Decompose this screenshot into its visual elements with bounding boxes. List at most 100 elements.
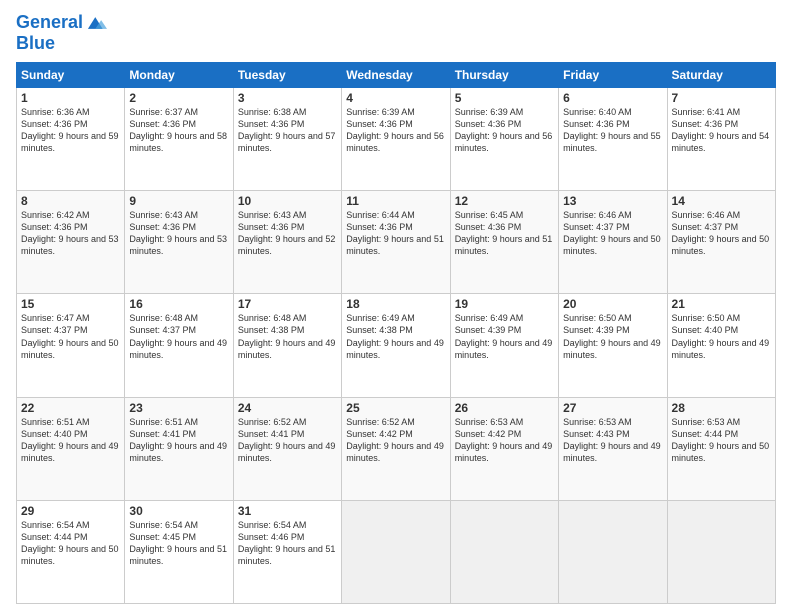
day-number: 24 bbox=[238, 401, 337, 415]
day-info: Sunrise: 6:46 AMSunset: 4:37 PMDaylight:… bbox=[563, 210, 661, 256]
calendar-cell: 27 Sunrise: 6:53 AMSunset: 4:43 PMDaylig… bbox=[559, 397, 667, 500]
day-number: 16 bbox=[129, 297, 228, 311]
calendar-cell: 1 Sunrise: 6:36 AMSunset: 4:36 PMDayligh… bbox=[17, 87, 125, 190]
calendar-cell: 25 Sunrise: 6:52 AMSunset: 4:42 PMDaylig… bbox=[342, 397, 450, 500]
calendar-cell: 6 Sunrise: 6:40 AMSunset: 4:36 PMDayligh… bbox=[559, 87, 667, 190]
day-number: 28 bbox=[672, 401, 771, 415]
day-info: Sunrise: 6:54 AMSunset: 4:46 PMDaylight:… bbox=[238, 520, 336, 566]
calendar-cell: 18 Sunrise: 6:49 AMSunset: 4:38 PMDaylig… bbox=[342, 294, 450, 397]
logo-text: General bbox=[16, 13, 83, 33]
calendar-cell: 14 Sunrise: 6:46 AMSunset: 4:37 PMDaylig… bbox=[667, 191, 775, 294]
day-header-friday: Friday bbox=[559, 62, 667, 87]
day-info: Sunrise: 6:51 AMSunset: 4:40 PMDaylight:… bbox=[21, 417, 119, 463]
day-info: Sunrise: 6:46 AMSunset: 4:37 PMDaylight:… bbox=[672, 210, 770, 256]
day-info: Sunrise: 6:44 AMSunset: 4:36 PMDaylight:… bbox=[346, 210, 444, 256]
day-number: 20 bbox=[563, 297, 662, 311]
page-container: General Blue SundayMondayTuesdayWednesda… bbox=[0, 0, 792, 612]
calendar-cell: 5 Sunrise: 6:39 AMSunset: 4:36 PMDayligh… bbox=[450, 87, 558, 190]
day-number: 4 bbox=[346, 91, 445, 105]
day-info: Sunrise: 6:38 AMSunset: 4:36 PMDaylight:… bbox=[238, 107, 336, 153]
calendar-cell: 19 Sunrise: 6:49 AMSunset: 4:39 PMDaylig… bbox=[450, 294, 558, 397]
calendar-cell bbox=[559, 500, 667, 603]
day-number: 14 bbox=[672, 194, 771, 208]
calendar-week-1: 1 Sunrise: 6:36 AMSunset: 4:36 PMDayligh… bbox=[17, 87, 776, 190]
calendar-cell: 10 Sunrise: 6:43 AMSunset: 4:36 PMDaylig… bbox=[233, 191, 341, 294]
day-number: 21 bbox=[672, 297, 771, 311]
calendar-table: SundayMondayTuesdayWednesdayThursdayFrid… bbox=[16, 62, 776, 604]
calendar-cell: 31 Sunrise: 6:54 AMSunset: 4:46 PMDaylig… bbox=[233, 500, 341, 603]
day-info: Sunrise: 6:50 AMSunset: 4:39 PMDaylight:… bbox=[563, 313, 661, 359]
day-header-saturday: Saturday bbox=[667, 62, 775, 87]
day-info: Sunrise: 6:45 AMSunset: 4:36 PMDaylight:… bbox=[455, 210, 553, 256]
calendar-cell bbox=[342, 500, 450, 603]
calendar-cell bbox=[450, 500, 558, 603]
day-number: 5 bbox=[455, 91, 554, 105]
day-number: 31 bbox=[238, 504, 337, 518]
calendar-cell: 9 Sunrise: 6:43 AMSunset: 4:36 PMDayligh… bbox=[125, 191, 233, 294]
day-number: 30 bbox=[129, 504, 228, 518]
calendar-cell: 4 Sunrise: 6:39 AMSunset: 4:36 PMDayligh… bbox=[342, 87, 450, 190]
day-number: 7 bbox=[672, 91, 771, 105]
calendar-cell: 12 Sunrise: 6:45 AMSunset: 4:36 PMDaylig… bbox=[450, 191, 558, 294]
day-info: Sunrise: 6:40 AMSunset: 4:36 PMDaylight:… bbox=[563, 107, 661, 153]
day-info: Sunrise: 6:49 AMSunset: 4:38 PMDaylight:… bbox=[346, 313, 444, 359]
day-number: 23 bbox=[129, 401, 228, 415]
calendar-cell: 11 Sunrise: 6:44 AMSunset: 4:36 PMDaylig… bbox=[342, 191, 450, 294]
day-info: Sunrise: 6:53 AMSunset: 4:43 PMDaylight:… bbox=[563, 417, 661, 463]
calendar-header-row: SundayMondayTuesdayWednesdayThursdayFrid… bbox=[17, 62, 776, 87]
day-number: 9 bbox=[129, 194, 228, 208]
calendar-cell: 16 Sunrise: 6:48 AMSunset: 4:37 PMDaylig… bbox=[125, 294, 233, 397]
day-info: Sunrise: 6:48 AMSunset: 4:37 PMDaylight:… bbox=[129, 313, 227, 359]
day-number: 12 bbox=[455, 194, 554, 208]
calendar-cell: 26 Sunrise: 6:53 AMSunset: 4:42 PMDaylig… bbox=[450, 397, 558, 500]
day-info: Sunrise: 6:41 AMSunset: 4:36 PMDaylight:… bbox=[672, 107, 770, 153]
day-number: 15 bbox=[21, 297, 120, 311]
calendar-week-5: 29 Sunrise: 6:54 AMSunset: 4:44 PMDaylig… bbox=[17, 500, 776, 603]
calendar-cell bbox=[667, 500, 775, 603]
calendar-cell: 21 Sunrise: 6:50 AMSunset: 4:40 PMDaylig… bbox=[667, 294, 775, 397]
calendar-cell: 28 Sunrise: 6:53 AMSunset: 4:44 PMDaylig… bbox=[667, 397, 775, 500]
calendar-week-4: 22 Sunrise: 6:51 AMSunset: 4:40 PMDaylig… bbox=[17, 397, 776, 500]
day-info: Sunrise: 6:47 AMSunset: 4:37 PMDaylight:… bbox=[21, 313, 119, 359]
day-info: Sunrise: 6:52 AMSunset: 4:41 PMDaylight:… bbox=[238, 417, 336, 463]
day-number: 18 bbox=[346, 297, 445, 311]
calendar-week-2: 8 Sunrise: 6:42 AMSunset: 4:36 PMDayligh… bbox=[17, 191, 776, 294]
day-header-thursday: Thursday bbox=[450, 62, 558, 87]
header: General Blue bbox=[16, 12, 776, 54]
calendar-cell: 23 Sunrise: 6:51 AMSunset: 4:41 PMDaylig… bbox=[125, 397, 233, 500]
day-info: Sunrise: 6:48 AMSunset: 4:38 PMDaylight:… bbox=[238, 313, 336, 359]
day-info: Sunrise: 6:43 AMSunset: 4:36 PMDaylight:… bbox=[129, 210, 227, 256]
calendar-cell: 13 Sunrise: 6:46 AMSunset: 4:37 PMDaylig… bbox=[559, 191, 667, 294]
day-info: Sunrise: 6:50 AMSunset: 4:40 PMDaylight:… bbox=[672, 313, 770, 359]
day-number: 8 bbox=[21, 194, 120, 208]
day-header-monday: Monday bbox=[125, 62, 233, 87]
day-info: Sunrise: 6:39 AMSunset: 4:36 PMDaylight:… bbox=[455, 107, 553, 153]
calendar-cell: 15 Sunrise: 6:47 AMSunset: 4:37 PMDaylig… bbox=[17, 294, 125, 397]
day-info: Sunrise: 6:53 AMSunset: 4:42 PMDaylight:… bbox=[455, 417, 553, 463]
day-number: 11 bbox=[346, 194, 445, 208]
day-info: Sunrise: 6:42 AMSunset: 4:36 PMDaylight:… bbox=[21, 210, 119, 256]
calendar-cell: 2 Sunrise: 6:37 AMSunset: 4:36 PMDayligh… bbox=[125, 87, 233, 190]
day-info: Sunrise: 6:37 AMSunset: 4:36 PMDaylight:… bbox=[129, 107, 227, 153]
day-info: Sunrise: 6:54 AMSunset: 4:45 PMDaylight:… bbox=[129, 520, 227, 566]
day-header-tuesday: Tuesday bbox=[233, 62, 341, 87]
calendar-cell: 8 Sunrise: 6:42 AMSunset: 4:36 PMDayligh… bbox=[17, 191, 125, 294]
calendar-cell: 17 Sunrise: 6:48 AMSunset: 4:38 PMDaylig… bbox=[233, 294, 341, 397]
calendar-cell: 3 Sunrise: 6:38 AMSunset: 4:36 PMDayligh… bbox=[233, 87, 341, 190]
day-info: Sunrise: 6:54 AMSunset: 4:44 PMDaylight:… bbox=[21, 520, 119, 566]
day-number: 1 bbox=[21, 91, 120, 105]
day-number: 29 bbox=[21, 504, 120, 518]
logo-text-blue: Blue bbox=[16, 34, 107, 54]
day-info: Sunrise: 6:52 AMSunset: 4:42 PMDaylight:… bbox=[346, 417, 444, 463]
day-info: Sunrise: 6:39 AMSunset: 4:36 PMDaylight:… bbox=[346, 107, 444, 153]
calendar-week-3: 15 Sunrise: 6:47 AMSunset: 4:37 PMDaylig… bbox=[17, 294, 776, 397]
day-number: 25 bbox=[346, 401, 445, 415]
day-number: 19 bbox=[455, 297, 554, 311]
logo-icon bbox=[85, 12, 107, 34]
calendar-cell: 20 Sunrise: 6:50 AMSunset: 4:39 PMDaylig… bbox=[559, 294, 667, 397]
day-number: 17 bbox=[238, 297, 337, 311]
day-number: 13 bbox=[563, 194, 662, 208]
day-header-sunday: Sunday bbox=[17, 62, 125, 87]
logo: General Blue bbox=[16, 12, 107, 54]
calendar-cell: 29 Sunrise: 6:54 AMSunset: 4:44 PMDaylig… bbox=[17, 500, 125, 603]
